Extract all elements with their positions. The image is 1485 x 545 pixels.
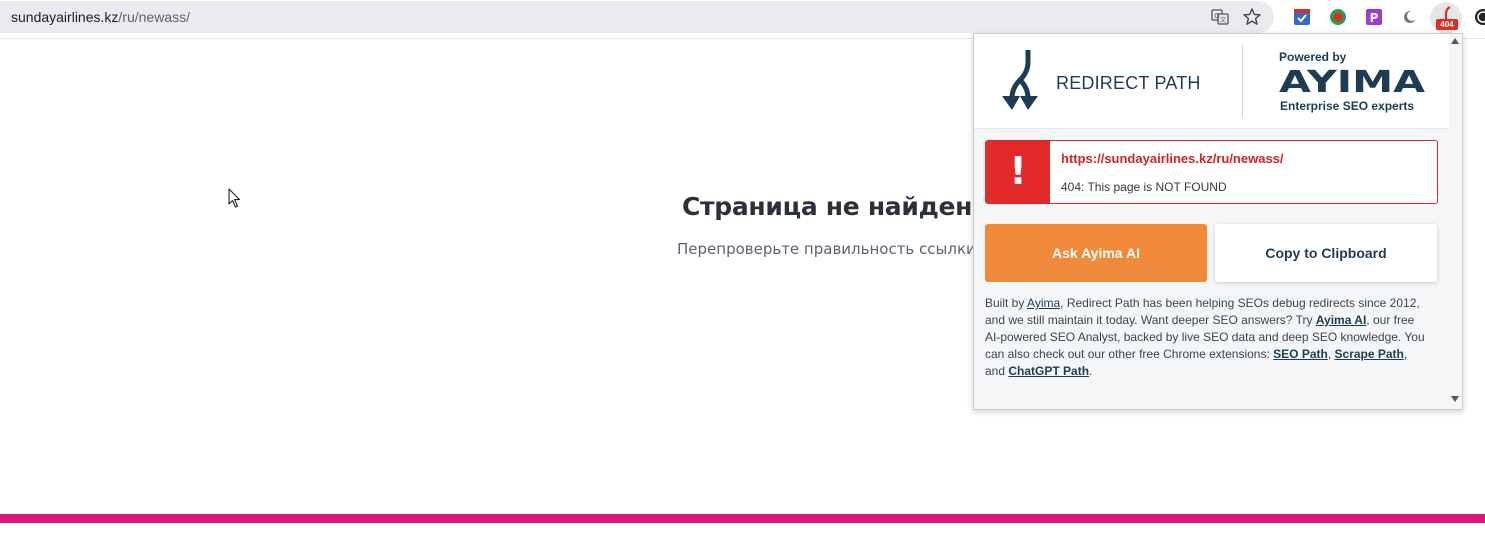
scroll-down-arrow-icon[interactable] — [1451, 396, 1459, 402]
seo-path-link[interactable]: SEO Path — [1273, 347, 1328, 361]
error-badge: ! — [986, 141, 1050, 203]
extension-status-badge: 404 — [1436, 19, 1458, 30]
exclamation-icon: ! — [1009, 149, 1027, 193]
redirect-path-extension-button[interactable]: 404 — [1430, 2, 1462, 34]
about-text-part: . — [1089, 364, 1093, 378]
url-path: /ru/newass/ — [118, 9, 190, 25]
ayima-ai-link[interactable]: Ayima AI — [1316, 313, 1366, 327]
ask-ayima-ai-button[interactable]: Ask Ayima AI — [985, 224, 1207, 282]
globe-extension-icon[interactable] — [1327, 6, 1349, 28]
about-text-part: Built by — [985, 296, 1028, 310]
ayima-link[interactable]: Ayima — [1027, 296, 1060, 310]
footer-accent-bar — [0, 514, 1485, 523]
url-host: sundayairlines.kz — [11, 9, 119, 25]
popup-header: REDIRECT PATH Powered by AYIMA Enterpris… — [974, 34, 1449, 129]
bookmark-star-icon[interactable] — [1242, 7, 1262, 27]
translate-icon[interactable]: G 文 — [1210, 7, 1230, 27]
copy-to-clipboard-button[interactable]: Copy to Clipboard — [1215, 224, 1437, 282]
powered-by-label: Powered by — [1279, 50, 1347, 64]
address-bar[interactable]: sundayairlines.kz/ru/newass/ G 文 — [0, 1, 1274, 33]
scrape-path-link[interactable]: Scrape Path — [1335, 347, 1404, 361]
calendar-check-extension-icon[interactable] — [1291, 6, 1313, 28]
not-found-subtitle: Перепроверьте правильность ссылки — [677, 240, 976, 258]
profile-extension-icon[interactable] — [1472, 6, 1485, 28]
svg-text:G: G — [1214, 12, 1219, 20]
scroll-up-arrow-icon[interactable] — [1451, 38, 1459, 44]
ayima-logo[interactable]: AYIMA — [1279, 67, 1425, 95]
not-found-title: Страница не найдена — [682, 192, 989, 221]
browser-toolbar: sundayairlines.kz/ru/newass/ G 文 P 404 — [0, 0, 1485, 36]
mouse-cursor-icon — [228, 188, 241, 208]
chatgpt-path-link[interactable]: ChatGPT Path — [1008, 364, 1089, 378]
result-url[interactable]: https://sundayairlines.kz/ru/newass/ — [1061, 151, 1284, 166]
p-extension-icon[interactable]: P — [1363, 6, 1385, 28]
result-status: 404: This page is NOT FOUND — [1061, 180, 1227, 194]
svg-text:AYIMA: AYIMA — [1279, 67, 1425, 95]
partner-tagline: Enterprise SEO experts — [1280, 99, 1415, 113]
url-text[interactable]: sundayairlines.kz/ru/newass/ — [11, 9, 190, 25]
about-text-part: , — [1327, 347, 1335, 361]
redirect-result-card[interactable]: ! https://sundayairlines.kz/ru/newass/ 4… — [985, 140, 1438, 204]
header-divider — [1242, 44, 1243, 118]
about-text: Built by Ayima, Redirect Path has been h… — [985, 295, 1430, 380]
svg-text:文: 文 — [1220, 16, 1226, 24]
redirect-path-title: REDIRECT PATH — [1056, 73, 1201, 93]
svg-text:P: P — [1370, 11, 1379, 25]
redirect-path-logo-icon — [1002, 50, 1038, 110]
moon-extension-icon[interactable] — [1399, 6, 1421, 28]
redirect-path-popup: REDIRECT PATH Powered by AYIMA Enterpris… — [973, 33, 1463, 410]
